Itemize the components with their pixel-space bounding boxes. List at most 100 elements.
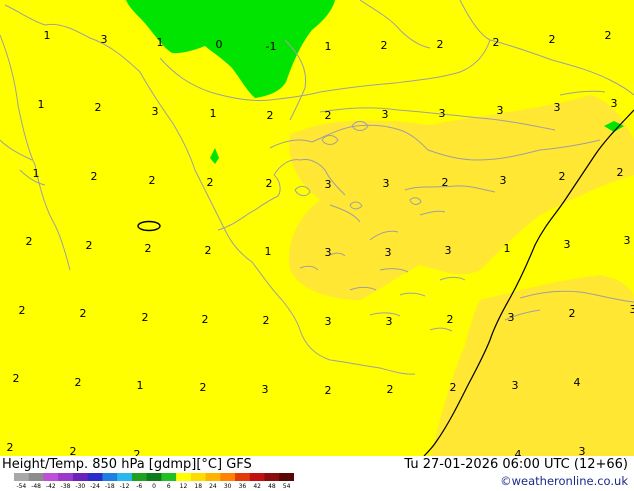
temp-label: 2 (617, 166, 624, 179)
temp-label: 4 (574, 376, 581, 389)
temp-label: 2 (447, 313, 454, 326)
colorbar-segment (250, 473, 265, 481)
colorbar-tick-label: -38 (61, 483, 71, 490)
temp-label: 2 (605, 29, 612, 42)
colorbar-tick-label: -48 (31, 483, 41, 490)
forecast-date: Tu 27-01-2026 06:00 UTC (12+66) (404, 457, 628, 472)
temp-label: 4 (515, 448, 522, 456)
temp-label: 3 (386, 315, 393, 328)
temp-label: 1 (504, 242, 511, 255)
weather-map-view: { "map": { "labels": [ {"t":"1","x":47,"… (0, 0, 634, 490)
colorbar-segment (88, 473, 103, 481)
temp-label: 2 (325, 384, 332, 397)
colorbar-tick-label: -54 (16, 483, 26, 490)
temp-label: 1 (33, 167, 40, 180)
credit-link[interactable]: ©weatheronline.co.uk (500, 474, 628, 488)
colorbar-tick-label: 36 (239, 483, 247, 490)
temp-label: 2 (266, 177, 273, 190)
temp-label: 3 (439, 107, 446, 120)
temp-label: 2 (75, 376, 82, 389)
colorbar-tick-label: -30 (75, 483, 85, 490)
colorbar-tick-label: 24 (209, 483, 217, 490)
temp-label: 2 (142, 311, 149, 324)
temp-label: 1 (38, 98, 45, 111)
temp-label: 2 (387, 383, 394, 396)
temp-label: 2 (559, 170, 566, 183)
colorbar-segment (29, 473, 44, 481)
temp-label: 3 (508, 311, 515, 324)
temp-label: 2 (325, 109, 332, 122)
colorbar-segment (14, 473, 29, 481)
temp-label: 2 (86, 239, 93, 252)
temp-label: 2 (19, 304, 26, 317)
temp-label: 3 (445, 244, 452, 257)
temp-label: 3 (325, 315, 332, 328)
temp-label: 3 (579, 445, 586, 456)
colorbar-tick-label: 42 (253, 483, 261, 490)
temp-label: 3 (564, 238, 571, 251)
colorbar-segment (58, 473, 73, 481)
temp-label: -1 (266, 40, 277, 53)
temp-label: 1 (325, 40, 332, 53)
temp-label: 0 (216, 38, 223, 51)
map-footer: Height/Temp. 850 hPa [gdmp][°C] GFS Tu 2… (0, 456, 634, 490)
temp-label: 1 (137, 379, 144, 392)
temp-label: 2 (263, 314, 270, 327)
colorbar-segment (147, 473, 162, 481)
colorbar-tick-label: 6 (167, 483, 171, 490)
colorbar-tick-label: -42 (46, 483, 56, 490)
colorbar-tick-label: -24 (90, 483, 100, 490)
temp-label: 1 (210, 107, 217, 120)
temp-label: 2 (437, 38, 444, 51)
temp-label: 2 (80, 307, 87, 320)
temp-label: 2 (134, 448, 141, 456)
temp-label: 2 (207, 176, 214, 189)
colorbar-segment (176, 473, 191, 481)
temp-label: 2 (200, 381, 207, 394)
colorbar-segment (132, 473, 147, 481)
temp-label: 3 (101, 33, 108, 46)
colorbar-segment (279, 473, 294, 481)
temp-label: 2 (26, 235, 33, 248)
map-title: Height/Temp. 850 hPa [gdmp][°C] GFS (2, 457, 252, 472)
colorbar-segment (191, 473, 206, 481)
temp-label: 2 (205, 244, 212, 257)
colorbar-tick-label: 30 (224, 483, 232, 490)
temp-label: 2 (267, 109, 274, 122)
colorbar-segment (161, 473, 176, 481)
colorbar-tick-label: 0 (152, 483, 156, 490)
temp-label: 2 (442, 176, 449, 189)
colorbar-segment (235, 473, 250, 481)
temp-label: 2 (145, 242, 152, 255)
temp-label: 3 (262, 383, 269, 396)
temp-label: 2 (381, 39, 388, 52)
colorbar-tick-label: 48 (268, 483, 276, 490)
temp-label: 3 (325, 246, 332, 259)
temp-label: 2 (202, 313, 209, 326)
colorbar-segment (265, 473, 280, 481)
temp-label: 2 (70, 445, 77, 456)
temperature-colorbar (14, 472, 294, 482)
temp-label: 2 (569, 307, 576, 320)
colorbar-segment (102, 473, 117, 481)
temp-label: 3 (385, 246, 392, 259)
colorbar-tick-label: 12 (180, 483, 188, 490)
colorbar-tick-label: -12 (120, 483, 130, 490)
temp-label: 3 (512, 379, 519, 392)
temp-label: 2 (493, 36, 500, 49)
temp-label: 3 (500, 174, 507, 187)
temp-label: 2 (13, 372, 20, 385)
temp-label: 1 (157, 36, 164, 49)
colorbar-segment (220, 473, 235, 481)
colorbar-tick-label: -18 (105, 483, 115, 490)
temp-label: 3 (554, 101, 561, 114)
colorbar-segment (43, 473, 58, 481)
temp-label: 2 (149, 174, 156, 187)
temp-label: 3 (152, 105, 159, 118)
temp-label: 2 (7, 441, 14, 454)
temp-label: 3 (383, 177, 390, 190)
temp-label: 3 (624, 234, 631, 247)
colorbar-tick-label: 18 (194, 483, 202, 490)
colorbar-segment (73, 473, 88, 481)
temp-label: 2 (95, 101, 102, 114)
